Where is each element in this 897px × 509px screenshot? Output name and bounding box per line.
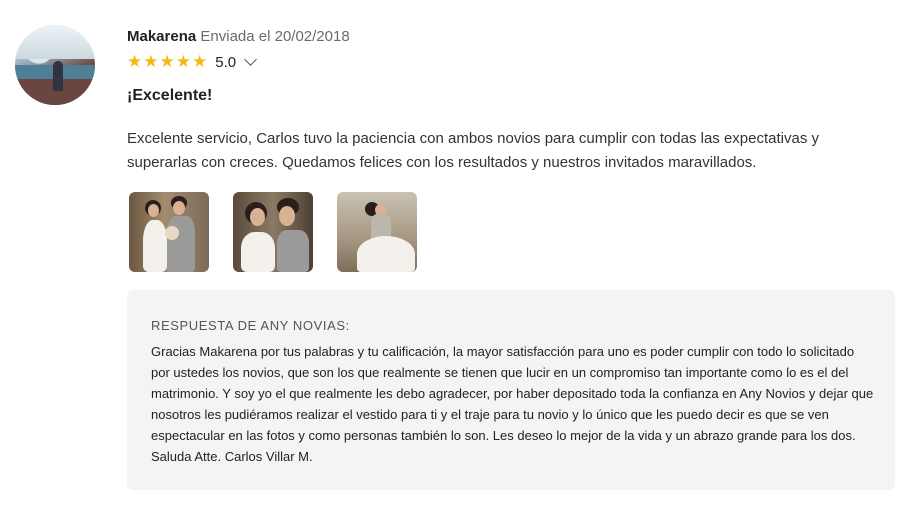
- star-rating: ★ ★ ★ ★ ★: [127, 52, 207, 72]
- review-body: Excelente servicio, Carlos tuvo la pacie…: [127, 130, 820, 171]
- chevron-down-icon[interactable]: [244, 52, 257, 66]
- review-photo-3[interactable]: [337, 192, 417, 272]
- response-label: RESPUESTA DE ANY NOVIAS:: [151, 318, 350, 333]
- review-header: Makarena Enviada el 20/02/2018: [127, 28, 350, 46]
- star-icon: ★: [175, 52, 191, 71]
- review-date: Enviada el 20/02/2018: [200, 28, 350, 45]
- review-photo-1[interactable]: [129, 192, 209, 272]
- response-text: Gracias Makarena por tus palabras y tu c…: [151, 344, 874, 464]
- star-icon: ★: [143, 52, 159, 71]
- rating-score: 5.0: [215, 53, 237, 71]
- rating-row[interactable]: ★ ★ ★ ★ ★ 5.0: [127, 52, 257, 72]
- reviewer-name: Makarena: [127, 28, 197, 45]
- review-title: ¡Excelente!: [127, 87, 213, 104]
- avatar-sky: [15, 25, 95, 59]
- business-response: RESPUESTA DE ANY NOVIAS: Gracias Makaren…: [127, 290, 895, 490]
- avatar-person: [53, 61, 63, 91]
- star-icon: ★: [192, 52, 208, 71]
- review-photo-2[interactable]: [233, 192, 313, 272]
- star-icon: ★: [159, 52, 175, 71]
- star-icon: ★: [127, 52, 143, 71]
- reviewer-avatar: [15, 25, 95, 105]
- review-photos: [129, 192, 417, 272]
